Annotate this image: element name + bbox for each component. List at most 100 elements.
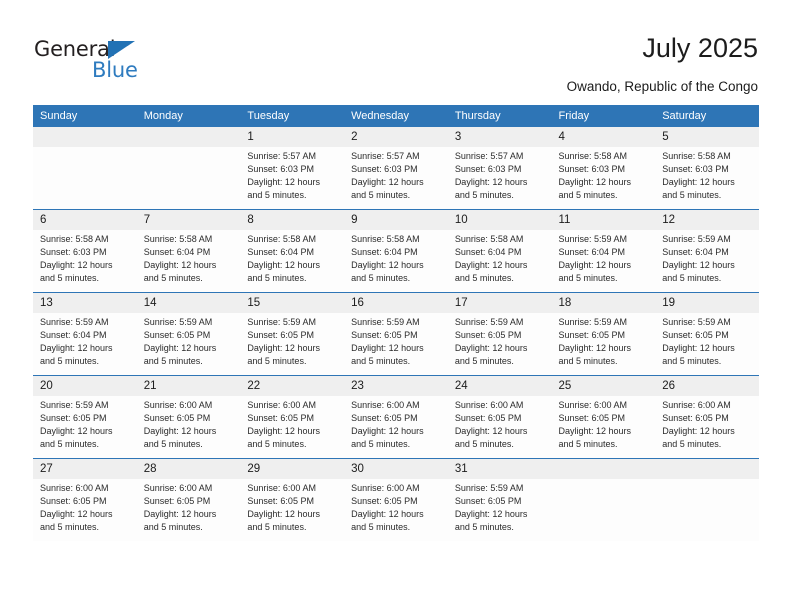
day-number[interactable]: 25 (551, 376, 656, 396)
day-detail-line: Sunset: 6:05 PM (247, 330, 314, 341)
day-number[interactable]: 22 (240, 376, 345, 396)
day-number[interactable]: 24 (447, 376, 552, 396)
day-number[interactable]: 1 (240, 127, 345, 147)
day-number[interactable]: 29 (240, 459, 345, 479)
day-detail-line: Sunrise: 5:59 AM (247, 317, 316, 327)
calendar-grid: Sunday Monday Tuesday Wednesday Thursday… (33, 105, 759, 541)
day-sun-details: Sunrise: 5:59 AM Sunset: 6:05 PM Daylight:… (447, 313, 552, 376)
day-detail-line: Sunrise: 5:59 AM (351, 317, 420, 327)
day-detail-line: Sunrise: 5:59 AM (662, 234, 731, 244)
day-number[interactable]: 7 (136, 210, 241, 230)
day-number[interactable]: 13 (33, 293, 137, 313)
day-detail-line: and 5 minutes. (247, 522, 307, 533)
day-number[interactable]: 2 (344, 127, 448, 147)
day-number[interactable]: 5 (655, 127, 759, 147)
day-number[interactable]: 3 (447, 127, 552, 147)
day-detail-line: Sunset: 6:04 PM (558, 247, 626, 258)
empty-day-cell (655, 459, 759, 479)
day-detail-line: Sunset: 6:04 PM (143, 247, 211, 258)
day-number[interactable]: 12 (655, 210, 759, 230)
generalblue-logo[interactable]: General Blue (34, 38, 164, 84)
day-number[interactable]: 20 (33, 376, 137, 396)
day-number[interactable]: 4 (551, 127, 656, 147)
day-number[interactable]: 15 (240, 293, 345, 313)
day-number[interactable]: 26 (655, 376, 759, 396)
day-detail-line: Sunrise: 6:00 AM (143, 483, 213, 493)
weekday-header-wednesday: Wednesday (344, 105, 448, 127)
calendar-page: General Blue July 2025 Owando, Republic … (0, 0, 792, 612)
day-detail-line: Sunrise: 5:59 AM (558, 234, 628, 244)
day-detail-line: Daylight: 12 hours (454, 509, 528, 520)
day-detail-line: Sunrise: 6:00 AM (247, 400, 316, 410)
day-number[interactable]: 19 (655, 293, 759, 313)
day-detail-line: Sunset: 6:04 PM (40, 330, 107, 341)
day-detail-line: and 5 minutes. (40, 439, 100, 450)
day-detail-line: Sunset: 6:05 PM (40, 413, 107, 424)
day-detail-line: Daylight: 12 hours (40, 426, 113, 437)
day-detail-line: Daylight: 12 hours (351, 260, 424, 271)
week-date-number-row: 20 21 22 23 24 25 26 (33, 376, 759, 396)
day-detail-line: Sunrise: 5:58 AM (40, 234, 109, 244)
day-sun-details: Sunrise: 5:57 AM Sunset: 6:03 PM Daylight:… (447, 147, 552, 210)
day-number[interactable]: 18 (551, 293, 656, 313)
weekday-header-saturday: Saturday (655, 105, 759, 127)
day-number[interactable]: 17 (447, 293, 552, 313)
day-detail-line: Sunrise: 5:59 AM (40, 400, 109, 410)
day-number[interactable]: 14 (136, 293, 241, 313)
day-number[interactable]: 8 (240, 210, 345, 230)
day-number[interactable]: 16 (344, 293, 448, 313)
page-title: July 2025 (642, 33, 758, 63)
day-detail-line: and 5 minutes. (351, 356, 411, 367)
day-detail-line: Sunset: 6:05 PM (351, 496, 418, 507)
day-number[interactable]: 6 (33, 210, 137, 230)
day-sun-details: Sunrise: 5:57 AM Sunset: 6:03 PM Daylight:… (240, 147, 345, 210)
day-detail-line: Sunrise: 5:59 AM (558, 317, 628, 327)
day-detail-line: Sunset: 6:03 PM (40, 247, 107, 258)
day-detail-line: Sunset: 6:05 PM (454, 413, 522, 424)
day-detail-line: and 5 minutes. (143, 273, 203, 284)
day-detail-line: Daylight: 12 hours (143, 426, 217, 437)
logo-text-general: General (34, 37, 116, 61)
day-detail-line: Daylight: 12 hours (247, 343, 320, 354)
day-detail-line: and 5 minutes. (143, 522, 203, 533)
day-number[interactable]: 10 (447, 210, 552, 230)
day-sun-details: Sunrise: 6:00 AM Sunset: 6:05 PM Daylight:… (551, 396, 656, 459)
day-number[interactable]: 31 (447, 459, 552, 479)
day-detail-line: Sunrise: 5:59 AM (40, 317, 109, 327)
day-detail-line: Sunrise: 5:57 AM (454, 151, 524, 161)
day-detail-line: Sunset: 6:03 PM (247, 164, 314, 175)
day-detail-line: Daylight: 12 hours (247, 426, 320, 437)
day-detail-line: and 5 minutes. (558, 356, 618, 367)
day-number[interactable]: 27 (33, 459, 137, 479)
day-number[interactable]: 9 (344, 210, 448, 230)
day-number[interactable]: 30 (344, 459, 448, 479)
day-detail-line: Daylight: 12 hours (143, 509, 217, 520)
day-number[interactable]: 28 (136, 459, 241, 479)
day-detail-line: Sunset: 6:03 PM (454, 164, 522, 175)
day-detail-line: Sunset: 6:05 PM (454, 496, 522, 507)
day-number[interactable]: 11 (551, 210, 656, 230)
day-detail-line: Sunset: 6:05 PM (143, 330, 211, 341)
day-sun-details: Sunrise: 5:59 AM Sunset: 6:05 PM Daylight:… (33, 396, 137, 459)
day-number[interactable]: 23 (344, 376, 448, 396)
day-sun-details: Sunrise: 6:00 AM Sunset: 6:05 PM Daylight:… (655, 396, 759, 459)
day-sun-details: Sunrise: 5:59 AM Sunset: 6:04 PM Daylight:… (551, 230, 656, 293)
day-detail-line: Sunset: 6:05 PM (351, 330, 418, 341)
day-detail-line: Daylight: 12 hours (143, 260, 217, 271)
week-date-number-row: 12345 (33, 127, 759, 147)
day-detail-line: and 5 minutes. (351, 190, 411, 201)
day-detail-line: and 5 minutes. (558, 190, 618, 201)
page-subtitle-location: Owando, Republic of the Congo (566, 79, 758, 94)
day-detail-line: Sunrise: 6:00 AM (247, 483, 316, 493)
empty-day-cell (33, 127, 137, 147)
day-detail-line: Daylight: 12 hours (40, 260, 113, 271)
day-detail-line: Sunrise: 5:57 AM (351, 151, 420, 161)
day-detail-line: Daylight: 12 hours (454, 426, 528, 437)
day-detail-line: Sunrise: 5:58 AM (454, 234, 524, 244)
day-detail-line: and 5 minutes. (662, 356, 722, 367)
empty-day-detail-cell (551, 479, 656, 541)
day-detail-line: Sunset: 6:05 PM (662, 330, 729, 341)
day-detail-line: Daylight: 12 hours (351, 426, 424, 437)
day-number[interactable]: 21 (136, 376, 241, 396)
weekday-header-monday: Monday (136, 105, 241, 127)
